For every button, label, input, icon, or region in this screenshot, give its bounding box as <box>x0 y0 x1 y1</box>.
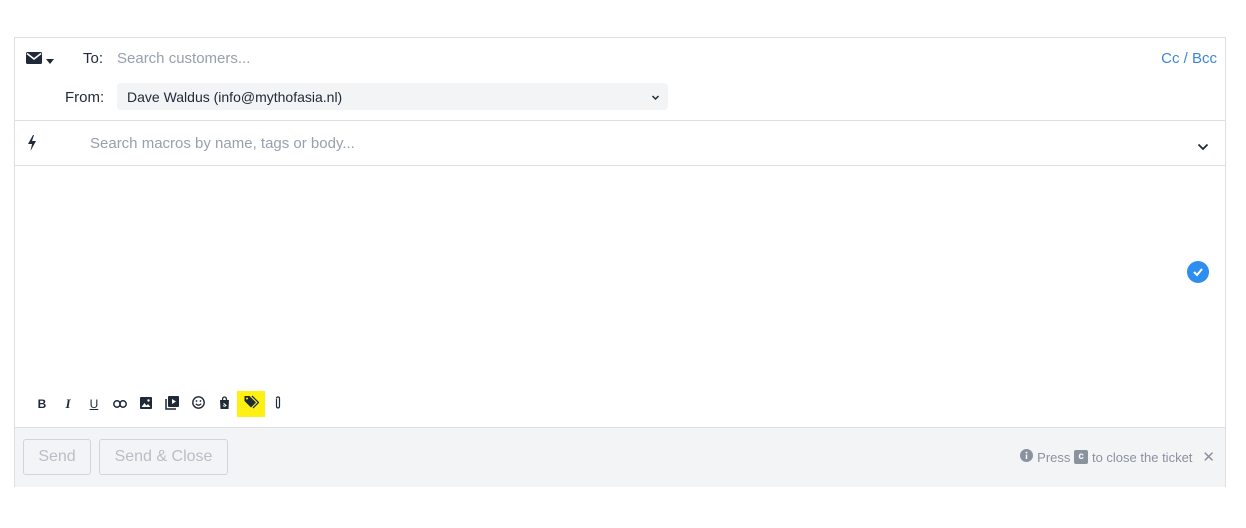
hint-text-after: to close the ticket <box>1091 449 1193 465</box>
shopify-button[interactable] <box>211 391 237 417</box>
image-icon <box>140 396 152 412</box>
message-body-editor[interactable] <box>15 166 1225 390</box>
check-circle-icon <box>1187 261 1209 283</box>
attachment-icon <box>274 396 282 412</box>
italic-button[interactable]: I <box>55 391 81 417</box>
close-ticket-hint: Press c to close the ticket ✕ <box>1020 448 1215 466</box>
bold-button[interactable]: B <box>29 391 55 417</box>
envelope-icon <box>26 51 42 69</box>
caret-down-icon <box>46 51 54 69</box>
channel-selector[interactable] <box>26 52 54 68</box>
underline-button[interactable]: U <box>81 391 107 417</box>
video-icon <box>165 395 179 413</box>
attachment-button[interactable] <box>265 391 291 417</box>
emoji-button[interactable] <box>185 391 211 417</box>
video-button[interactable] <box>159 391 185 417</box>
from-label: From: <box>65 89 105 106</box>
macro-search-input[interactable] <box>90 130 1140 156</box>
tag-button[interactable] <box>237 391 265 417</box>
message-composer: To: Cc / Bcc From: Dave Waldus (info@myt… <box>14 37 1226 487</box>
emoji-icon <box>191 396 205 412</box>
from-select[interactable]: Dave Waldus (info@mythofasia.nl) <box>117 83 668 110</box>
chevron-down-icon <box>651 89 660 107</box>
composer-footer: Send Send & Close Press c to close the t… <box>15 427 1225 487</box>
formatting-toolbar: B I U <box>29 391 291 417</box>
tag-icon <box>244 395 259 413</box>
to-search-input[interactable] <box>117 45 717 71</box>
send-and-close-button[interactable]: Send & Close <box>99 439 228 475</box>
info-icon <box>1020 449 1034 465</box>
send-button[interactable]: Send <box>23 439 91 475</box>
cc-bcc-link[interactable]: Cc / Bcc <box>1161 50 1217 67</box>
macro-search-row <box>15 121 1225 165</box>
chevron-down-icon[interactable] <box>1197 138 1209 156</box>
close-icon[interactable]: ✕ <box>1202 448 1215 466</box>
from-value: Dave Waldus (info@mythofasia.nl) <box>127 88 343 105</box>
hint-text-before: Press <box>1037 449 1071 465</box>
bolt-icon <box>27 135 37 156</box>
keyboard-key-badge: c <box>1074 450 1088 464</box>
to-label: To: <box>83 50 104 67</box>
link-button[interactable] <box>107 391 133 417</box>
link-icon <box>113 397 127 411</box>
image-button[interactable] <box>133 391 159 417</box>
shopify-icon <box>219 396 230 412</box>
recipient-row: To: Cc / Bcc From: Dave Waldus (info@myt… <box>15 38 1225 110</box>
